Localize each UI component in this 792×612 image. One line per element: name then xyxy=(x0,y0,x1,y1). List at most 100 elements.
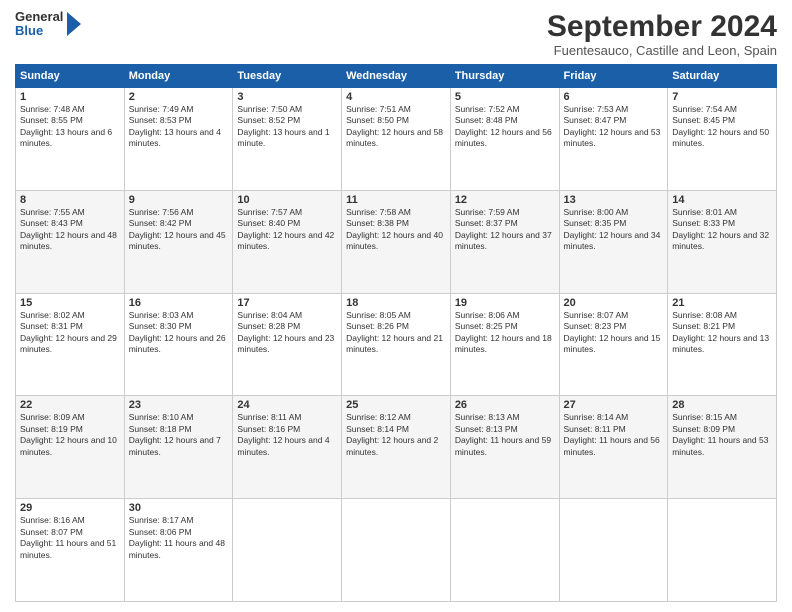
table-row xyxy=(668,499,777,602)
day-info: Sunrise: 8:11 AM Sunset: 8:16 PM Dayligh… xyxy=(237,412,337,458)
day-info: Sunrise: 8:03 AM Sunset: 8:30 PM Dayligh… xyxy=(129,310,229,356)
table-row: 14 Sunrise: 8:01 AM Sunset: 8:33 PM Dayl… xyxy=(668,190,777,293)
week-row-3: 15 Sunrise: 8:02 AM Sunset: 8:31 PM Dayl… xyxy=(16,293,777,396)
day-info: Sunrise: 7:54 AM Sunset: 8:45 PM Dayligh… xyxy=(672,104,772,150)
day-info: Sunrise: 7:56 AM Sunset: 8:42 PM Dayligh… xyxy=(129,207,229,253)
day-number: 3 xyxy=(237,91,337,103)
day-number: 1 xyxy=(20,91,120,103)
day-info: Sunrise: 8:14 AM Sunset: 8:11 PM Dayligh… xyxy=(564,412,664,458)
day-info: Sunrise: 8:01 AM Sunset: 8:33 PM Dayligh… xyxy=(672,207,772,253)
table-row: 21 Sunrise: 8:08 AM Sunset: 8:21 PM Dayl… xyxy=(668,293,777,396)
col-saturday: Saturday xyxy=(668,65,777,88)
col-friday: Friday xyxy=(559,65,668,88)
logo-chevron-icon xyxy=(63,10,85,38)
day-number: 23 xyxy=(129,399,229,411)
table-row: 20 Sunrise: 8:07 AM Sunset: 8:23 PM Dayl… xyxy=(559,293,668,396)
table-row: 3 Sunrise: 7:50 AM Sunset: 8:52 PM Dayli… xyxy=(233,88,342,191)
day-info: Sunrise: 8:04 AM Sunset: 8:28 PM Dayligh… xyxy=(237,310,337,356)
table-row: 11 Sunrise: 7:58 AM Sunset: 8:38 PM Dayl… xyxy=(342,190,451,293)
day-number: 28 xyxy=(672,399,772,411)
day-info: Sunrise: 7:58 AM Sunset: 8:38 PM Dayligh… xyxy=(346,207,446,253)
week-row-2: 8 Sunrise: 7:55 AM Sunset: 8:43 PM Dayli… xyxy=(16,190,777,293)
table-row: 6 Sunrise: 7:53 AM Sunset: 8:47 PM Dayli… xyxy=(559,88,668,191)
day-info: Sunrise: 8:07 AM Sunset: 8:23 PM Dayligh… xyxy=(564,310,664,356)
table-row: 23 Sunrise: 8:10 AM Sunset: 8:18 PM Dayl… xyxy=(124,396,233,499)
table-row: 29 Sunrise: 8:16 AM Sunset: 8:07 PM Dayl… xyxy=(16,499,125,602)
table-row: 4 Sunrise: 7:51 AM Sunset: 8:50 PM Dayli… xyxy=(342,88,451,191)
day-info: Sunrise: 8:13 AM Sunset: 8:13 PM Dayligh… xyxy=(455,412,555,458)
week-row-1: 1 Sunrise: 7:48 AM Sunset: 8:55 PM Dayli… xyxy=(16,88,777,191)
day-number: 15 xyxy=(20,297,120,309)
week-row-4: 22 Sunrise: 8:09 AM Sunset: 8:19 PM Dayl… xyxy=(16,396,777,499)
table-row: 7 Sunrise: 7:54 AM Sunset: 8:45 PM Dayli… xyxy=(668,88,777,191)
table-row: 26 Sunrise: 8:13 AM Sunset: 8:13 PM Dayl… xyxy=(450,396,559,499)
day-number: 11 xyxy=(346,194,446,206)
day-info: Sunrise: 8:12 AM Sunset: 8:14 PM Dayligh… xyxy=(346,412,446,458)
day-info: Sunrise: 8:09 AM Sunset: 8:19 PM Dayligh… xyxy=(20,412,120,458)
logo: General Blue xyxy=(15,10,85,39)
day-number: 26 xyxy=(455,399,555,411)
table-row: 19 Sunrise: 8:06 AM Sunset: 8:25 PM Dayl… xyxy=(450,293,559,396)
day-info: Sunrise: 8:00 AM Sunset: 8:35 PM Dayligh… xyxy=(564,207,664,253)
day-number: 17 xyxy=(237,297,337,309)
day-number: 16 xyxy=(129,297,229,309)
day-number: 5 xyxy=(455,91,555,103)
month-title: September 2024 xyxy=(547,10,777,43)
day-info: Sunrise: 8:17 AM Sunset: 8:06 PM Dayligh… xyxy=(129,515,229,561)
title-area: September 2024 Fuentesauco, Castille and… xyxy=(547,10,777,58)
table-row: 28 Sunrise: 8:15 AM Sunset: 8:09 PM Dayl… xyxy=(668,396,777,499)
day-number: 25 xyxy=(346,399,446,411)
table-row: 24 Sunrise: 8:11 AM Sunset: 8:16 PM Dayl… xyxy=(233,396,342,499)
table-row xyxy=(342,499,451,602)
table-row: 18 Sunrise: 8:05 AM Sunset: 8:26 PM Dayl… xyxy=(342,293,451,396)
table-row: 8 Sunrise: 7:55 AM Sunset: 8:43 PM Dayli… xyxy=(16,190,125,293)
day-info: Sunrise: 7:52 AM Sunset: 8:48 PM Dayligh… xyxy=(455,104,555,150)
day-info: Sunrise: 8:16 AM Sunset: 8:07 PM Dayligh… xyxy=(20,515,120,561)
day-number: 22 xyxy=(20,399,120,411)
day-number: 7 xyxy=(672,91,772,103)
table-row: 30 Sunrise: 8:17 AM Sunset: 8:06 PM Dayl… xyxy=(124,499,233,602)
table-row: 22 Sunrise: 8:09 AM Sunset: 8:19 PM Dayl… xyxy=(16,396,125,499)
day-number: 14 xyxy=(672,194,772,206)
day-info: Sunrise: 7:49 AM Sunset: 8:53 PM Dayligh… xyxy=(129,104,229,150)
day-number: 20 xyxy=(564,297,664,309)
day-number: 2 xyxy=(129,91,229,103)
day-info: Sunrise: 7:57 AM Sunset: 8:40 PM Dayligh… xyxy=(237,207,337,253)
day-number: 27 xyxy=(564,399,664,411)
page: General Blue September 2024 Fuentesauco,… xyxy=(0,0,792,612)
day-info: Sunrise: 7:55 AM Sunset: 8:43 PM Dayligh… xyxy=(20,207,120,253)
header-row: Sunday Monday Tuesday Wednesday Thursday… xyxy=(16,65,777,88)
day-info: Sunrise: 8:15 AM Sunset: 8:09 PM Dayligh… xyxy=(672,412,772,458)
day-info: Sunrise: 7:48 AM Sunset: 8:55 PM Dayligh… xyxy=(20,104,120,150)
day-number: 13 xyxy=(564,194,664,206)
calendar: Sunday Monday Tuesday Wednesday Thursday… xyxy=(15,64,777,602)
table-row xyxy=(233,499,342,602)
col-monday: Monday xyxy=(124,65,233,88)
table-row: 13 Sunrise: 8:00 AM Sunset: 8:35 PM Dayl… xyxy=(559,190,668,293)
day-number: 12 xyxy=(455,194,555,206)
subtitle: Fuentesauco, Castille and Leon, Spain xyxy=(547,43,777,58)
table-row: 12 Sunrise: 7:59 AM Sunset: 8:37 PM Dayl… xyxy=(450,190,559,293)
day-info: Sunrise: 8:05 AM Sunset: 8:26 PM Dayligh… xyxy=(346,310,446,356)
day-number: 6 xyxy=(564,91,664,103)
table-row: 9 Sunrise: 7:56 AM Sunset: 8:42 PM Dayli… xyxy=(124,190,233,293)
day-info: Sunrise: 8:08 AM Sunset: 8:21 PM Dayligh… xyxy=(672,310,772,356)
col-sunday: Sunday xyxy=(16,65,125,88)
day-number: 4 xyxy=(346,91,446,103)
table-row: 15 Sunrise: 8:02 AM Sunset: 8:31 PM Dayl… xyxy=(16,293,125,396)
week-row-5: 29 Sunrise: 8:16 AM Sunset: 8:07 PM Dayl… xyxy=(16,499,777,602)
logo-general: General xyxy=(15,10,63,24)
col-tuesday: Tuesday xyxy=(233,65,342,88)
col-wednesday: Wednesday xyxy=(342,65,451,88)
table-row: 16 Sunrise: 8:03 AM Sunset: 8:30 PM Dayl… xyxy=(124,293,233,396)
day-number: 10 xyxy=(237,194,337,206)
day-info: Sunrise: 8:10 AM Sunset: 8:18 PM Dayligh… xyxy=(129,412,229,458)
table-row: 1 Sunrise: 7:48 AM Sunset: 8:55 PM Dayli… xyxy=(16,88,125,191)
day-info: Sunrise: 7:51 AM Sunset: 8:50 PM Dayligh… xyxy=(346,104,446,150)
day-number: 21 xyxy=(672,297,772,309)
day-number: 18 xyxy=(346,297,446,309)
day-info: Sunrise: 7:50 AM Sunset: 8:52 PM Dayligh… xyxy=(237,104,337,150)
table-row: 17 Sunrise: 8:04 AM Sunset: 8:28 PM Dayl… xyxy=(233,293,342,396)
table-row xyxy=(450,499,559,602)
table-row: 5 Sunrise: 7:52 AM Sunset: 8:48 PM Dayli… xyxy=(450,88,559,191)
